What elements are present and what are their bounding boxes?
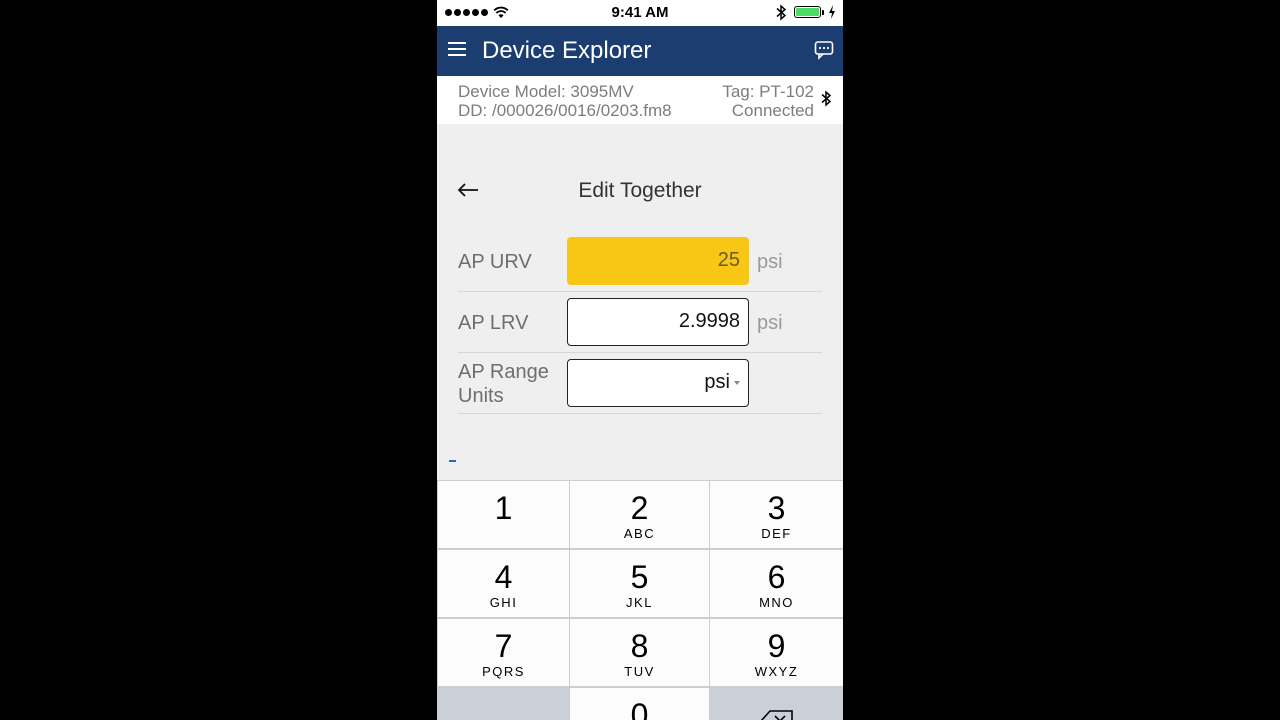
key-letters: DEF (761, 526, 792, 541)
key-letters: PQRS (482, 664, 525, 679)
key-digit: 5 (630, 559, 649, 595)
bluetooth-icon (776, 4, 787, 21)
charging-bolt-icon (829, 5, 835, 19)
key-letters: GHI (489, 595, 518, 610)
key-8[interactable]: 8 TUV (570, 619, 709, 686)
key-6[interactable]: 6 MNO (710, 550, 843, 617)
key-blank (437, 688, 569, 720)
battery-icon (794, 6, 824, 18)
key-letters: WXYZ (754, 664, 799, 679)
key-3[interactable]: 3 DEF (710, 481, 843, 548)
range-units-select[interactable]: psi (567, 359, 749, 407)
chevron-down-icon (734, 380, 740, 385)
bluetooth-icon (821, 90, 832, 107)
form-row-urv: AP URV 25 psi (458, 237, 822, 292)
device-info-panel: Device Model: 3095MV DD: /000026/0016/02… (437, 76, 843, 124)
nav-bar: Device Explorer (437, 26, 843, 76)
lrv-unit: psi (757, 312, 783, 334)
range-units-label: AP Range Units (458, 361, 549, 407)
key-digit: 9 (767, 628, 786, 664)
form-row-lrv: AP LRV 2.9998 psi (458, 298, 822, 353)
key-digit: 4 (494, 559, 513, 595)
key-digit: 6 (767, 559, 786, 595)
range-units-value: psi (704, 371, 730, 393)
key-1[interactable]: 1 (438, 481, 569, 548)
key-digit: 8 (630, 628, 649, 664)
edit-title: Edit Together (578, 179, 702, 202)
key-7[interactable]: 7 PQRS (438, 619, 569, 686)
urv-input[interactable]: 25 (567, 237, 749, 285)
chat-bubble-icon[interactable] (814, 40, 834, 60)
lrv-input[interactable]: 2.9998 (567, 298, 749, 346)
key-4[interactable]: 4 GHI (438, 550, 569, 617)
device-model: Device Model: 3095MV (458, 82, 634, 101)
numeric-keypad: 1 2 ABC 3 DEF 4 GHI 5 JKL 6 MNO 7 PQRS 8 (437, 480, 843, 720)
lrv-label: AP LRV (458, 312, 529, 334)
key-2[interactable]: 2 ABC (570, 481, 709, 548)
key-0[interactable]: 0 (570, 688, 709, 720)
key-digit: 3 (767, 490, 786, 526)
text-cursor (449, 460, 456, 462)
connection-status: Connected (731, 101, 814, 120)
backspace-icon (760, 710, 793, 720)
key-5[interactable]: 5 JKL (570, 550, 709, 617)
key-letters: JKL (626, 595, 653, 610)
key-delete[interactable] (710, 688, 843, 720)
form-row-range-units: AP Range Units psi (458, 359, 822, 414)
device-dd-path: DD: /000026/0016/0203.fm8 (458, 101, 672, 120)
status-bar: 9:41 AM (437, 0, 843, 26)
urv-unit: psi (757, 251, 783, 273)
page-title: Device Explorer (482, 37, 652, 64)
urv-label: AP URV (458, 251, 532, 273)
key-digit: 7 (494, 628, 513, 664)
key-digit: 0 (630, 697, 649, 720)
key-letters: ABC (623, 526, 656, 541)
key-digit: 1 (494, 490, 513, 526)
menu-icon[interactable] (448, 42, 466, 56)
key-letters: TUV (624, 664, 655, 679)
key-letters: MNO (759, 595, 794, 610)
key-9[interactable]: 9 WXYZ (710, 619, 843, 686)
key-digit: 2 (630, 490, 649, 526)
phone-screen: 9:41 AM Device Explorer Device Model: 30… (437, 0, 843, 720)
device-tag: Tag: PT-102 (722, 82, 814, 101)
